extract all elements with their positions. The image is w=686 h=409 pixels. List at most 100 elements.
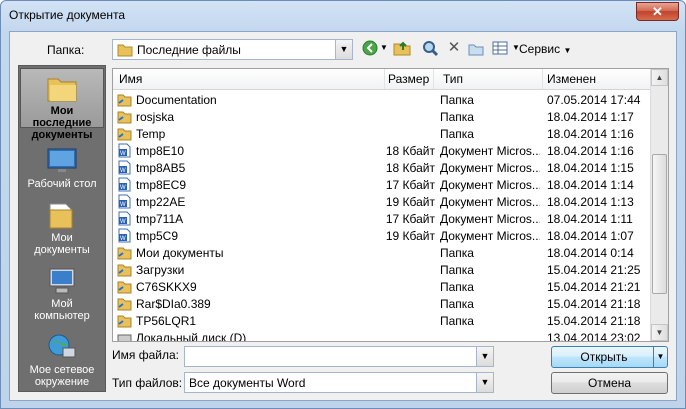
my-documents-icon [49, 203, 73, 229]
table-row[interactable]: Documentation Папка 07.05.2014 17:44 [113, 91, 651, 108]
place-label-line2: окружение [34, 376, 90, 388]
place-network[interactable]: Мое сетевое окружение [20, 328, 104, 390]
file-size: 19 Кбайт [385, 195, 435, 209]
open-button[interactable]: Открыть ▼ [551, 346, 668, 368]
scroll-thumb[interactable] [652, 154, 667, 294]
place-label-line1: Мой [51, 298, 73, 310]
delete-icon[interactable]: ✕ [445, 39, 463, 57]
file-name: TP56LQR1 [136, 314, 197, 328]
file-modified: 18.04.2014 1:13 [547, 195, 634, 209]
table-row[interactable]: Wtmp5C9 19 Кбайт Документ Micros... 18.04.2… [113, 227, 651, 244]
svg-text:W: W [120, 168, 126, 174]
word-document-icon: W [117, 211, 132, 226]
chevron-down-icon[interactable]: ▼ [335, 40, 352, 59]
place-my-computer[interactable]: Мой компьютер [20, 262, 104, 324]
column-divider[interactable] [384, 69, 385, 89]
file-modified: 18.04.2014 1:17 [547, 110, 634, 124]
filetype-select[interactable]: Все документы Word ▼ [184, 372, 494, 393]
title-bar[interactable]: Открытие документа ✕ [1, 1, 685, 31]
up-folder-icon[interactable] [393, 39, 411, 57]
file-name: rosjska [136, 110, 175, 124]
folder-icon [117, 44, 133, 57]
back-icon[interactable] [361, 39, 379, 57]
file-type: Папка [440, 246, 474, 260]
word-document-icon: W [117, 160, 132, 175]
file-list[interactable]: Имя Размер Тип Изменен Documentation Папк… [112, 68, 669, 342]
table-row[interactable]: C76SKKX9 Папка 15.04.2014 21:21 [113, 278, 651, 295]
table-row[interactable]: Wtmp8E10 18 Кбайт Документ Micros... 18.04.… [113, 142, 651, 159]
filename-input[interactable]: ▼ [184, 346, 494, 367]
folder-combo[interactable]: Последние файлы ▼ [112, 39, 353, 60]
folder-shortcut-icon [117, 262, 132, 277]
file-type: Документ Micros... [440, 195, 540, 209]
table-row[interactable]: Rar$DIa0.389 Папка 15.04.2014 21:18 [113, 295, 651, 312]
search-web-icon[interactable] [421, 39, 439, 57]
file-name: Documentation [136, 93, 217, 107]
table-row[interactable]: Wtmp711A 17 Кбайт Документ Micros... 18.04.… [113, 210, 651, 227]
column-header-name[interactable]: Имя [119, 72, 142, 86]
views-icon[interactable] [491, 39, 509, 57]
file-modified: 18.04.2014 1:15 [547, 161, 634, 175]
file-modified: 15.04.2014 21:18 [547, 314, 641, 328]
scroll-up-button[interactable]: ▲ [651, 69, 668, 86]
file-type: Папка [440, 127, 474, 141]
close-button[interactable]: ✕ [636, 2, 679, 21]
word-document-icon: W [117, 143, 132, 158]
open-dropdown-icon[interactable]: ▼ [653, 347, 667, 367]
file-name: Мои документы [136, 246, 224, 260]
file-modified: 18.04.2014 1:07 [547, 229, 634, 243]
word-document-icon: W [117, 177, 132, 192]
file-name: C76SKKX9 [136, 280, 197, 294]
vertical-scrollbar[interactable]: ▲ ▼ [650, 69, 668, 341]
column-divider[interactable] [542, 69, 543, 89]
chevron-down-icon[interactable]: ▼ [476, 373, 493, 392]
file-modified: 18.04.2014 0:14 [547, 246, 634, 260]
chevron-down-icon[interactable]: ▼ [476, 347, 493, 366]
scroll-down-button[interactable]: ▼ [651, 324, 668, 341]
column-header-size[interactable]: Размер [388, 72, 429, 86]
toolbar: ▼ ✕ ▼ Сервис ▼ [361, 39, 581, 59]
list-header: Имя Размер Тип Изменен [113, 69, 651, 90]
table-row[interactable]: Temp Папка 18.04.2014 1:16 [113, 125, 651, 142]
file-modified: 15.04.2014 21:18 [547, 297, 641, 311]
column-header-modified[interactable]: Изменен [547, 72, 596, 86]
file-name: Локальный диск (D) [136, 331, 247, 342]
folder-shortcut-icon [117, 296, 132, 311]
table-row[interactable]: Локальный диск (D) 13.04.2014 23:02 [113, 329, 651, 342]
file-size: 18 Кбайт [385, 144, 435, 158]
svg-text:W: W [120, 185, 126, 191]
file-name: tmp8E10 [136, 144, 185, 158]
folder-value: Последние файлы [137, 43, 241, 57]
back-dropdown-icon[interactable]: ▼ [379, 39, 389, 57]
new-folder-icon[interactable] [467, 39, 485, 57]
table-row[interactable]: Wtmp8AB5 18 Кбайт Документ Micros... 18.04.… [113, 159, 651, 176]
service-menu[interactable]: Сервис ▼ [519, 42, 571, 56]
close-icon: ✕ [652, 4, 663, 19]
file-modified: 18.04.2014 1:16 [547, 127, 634, 141]
table-row[interactable]: rosjska Папка 18.04.2014 1:17 [113, 108, 651, 125]
table-row[interactable]: TP56LQR1 Папка 15.04.2014 21:18 [113, 312, 651, 329]
file-type: Документ Micros... [440, 229, 540, 243]
table-row[interactable]: Wtmp22AE 19 Кбайт Документ Micros... 18.04.… [113, 193, 651, 210]
table-row[interactable]: Мои документы Папка 18.04.2014 0:14 [113, 244, 651, 261]
table-row[interactable]: Загрузки Папка 15.04.2014 21:25 [113, 261, 651, 278]
place-label-line2: документы [34, 244, 90, 256]
folder-shortcut-icon [117, 313, 132, 328]
column-divider[interactable] [433, 69, 434, 89]
open-button-label: Открыть [580, 350, 628, 364]
file-modified: 18.04.2014 1:14 [547, 178, 634, 192]
place-desktop[interactable]: Рабочий стол [20, 142, 104, 192]
place-label-line1: Рабочий стол [27, 178, 97, 190]
cancel-button[interactable]: Отмена [551, 372, 668, 394]
table-row[interactable]: Wtmp8EC9 17 Кбайт Документ Micros... 18.04.… [113, 176, 651, 193]
folder-shortcut-icon [117, 279, 132, 294]
place-my-documents[interactable]: Мои документы [20, 196, 104, 258]
place-label-line2: документы [31, 129, 93, 141]
places-bar: Мои последние документы Рабочий стол Мои… [18, 65, 106, 392]
file-type: Папка [440, 93, 474, 107]
folder-shortcut-icon [117, 109, 132, 124]
place-recent-documents[interactable]: Мои последние документы [20, 68, 104, 141]
file-type: Папка [440, 110, 474, 124]
column-header-type[interactable]: Тип [443, 72, 463, 86]
file-modified: 18.04.2014 1:16 [547, 144, 634, 158]
